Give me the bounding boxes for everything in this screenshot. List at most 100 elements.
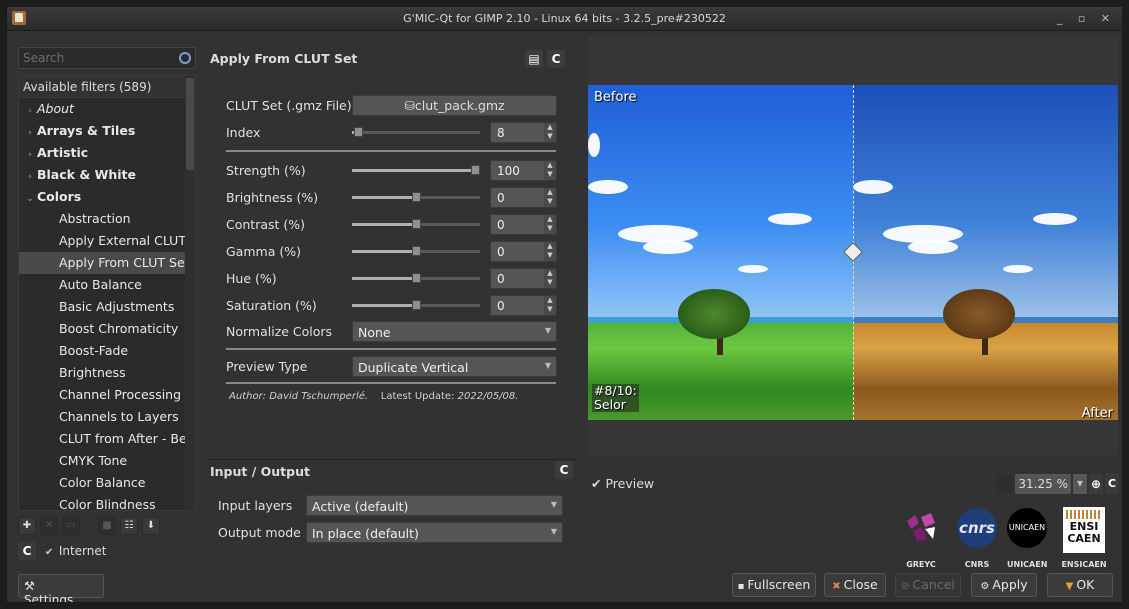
panel-splitter[interactable] — [207, 459, 577, 462]
chevron-right-icon[interactable]: › — [23, 166, 37, 188]
search-input[interactable]: Search — [18, 47, 196, 69]
slider-handle[interactable] — [354, 127, 364, 137]
cloud — [853, 180, 893, 194]
output-mode-select[interactable]: In place (default) ▼ — [306, 522, 563, 543]
settings-button[interactable]: ⚒ Settings... — [18, 574, 104, 602]
slider-handle[interactable] — [411, 219, 421, 229]
param-spinbox[interactable]: 0 ▲ ▼ — [490, 241, 557, 262]
zoom-in-icon[interactable]: ⊕ — [1089, 474, 1103, 494]
fullscreen-label: Fullscreen — [747, 577, 811, 592]
zoom-reset-icon[interactable]: C — [1105, 474, 1119, 494]
filter-item[interactable]: Basic Adjustments — [19, 296, 195, 318]
param-spinbox[interactable]: 0 ▲ ▼ — [490, 295, 557, 316]
filter-category[interactable]: › Arrays & Tiles — [19, 120, 195, 142]
filter-item[interactable]: Brightness — [19, 362, 195, 384]
filter-item[interactable]: Apply External CLUT — [19, 230, 195, 252]
filter-item[interactable]: Channels to Layers — [19, 406, 195, 428]
chevron-down-icon[interactable]: ▼ — [1073, 474, 1087, 494]
preview-checkbox[interactable]: ✔ Preview — [591, 476, 654, 491]
apply-button[interactable]: ⚙ Apply — [971, 573, 1037, 597]
param-spinbox[interactable]: 0 ▲ ▼ — [490, 268, 557, 289]
title-bar[interactable]: G'MIC-Qt for GIMP 2.10 - Linux 64 bits -… — [7, 7, 1122, 31]
copy-command-icon[interactable]: ▤ — [525, 50, 543, 68]
filter-item[interactable]: Abstraction — [19, 208, 195, 230]
spin-arrows-icon[interactable]: ▲ ▼ — [544, 215, 556, 234]
window-controls[interactable]: _ ▫ ✕ — [1057, 12, 1116, 25]
index-value: 8 — [497, 126, 505, 140]
chevron-right-icon[interactable]: › — [23, 144, 37, 166]
filter-category[interactable]: › Artistic — [19, 142, 195, 164]
slider-handle[interactable] — [471, 165, 480, 175]
param-spinbox[interactable]: 100 ▲ ▼ — [490, 160, 557, 181]
slider-handle[interactable] — [411, 246, 421, 256]
param-spinbox[interactable]: 0 ▲ ▼ — [490, 187, 557, 208]
ok-icon: ▼ — [1065, 581, 1074, 592]
chevron-down-icon[interactable]: ⌄ — [23, 188, 37, 210]
spin-arrows-icon[interactable]: ▲ ▼ — [544, 123, 556, 142]
remove-fave-icon[interactable]: ✕ — [40, 517, 58, 535]
cancel-button[interactable]: ⊘ Cancel — [895, 573, 961, 597]
filter-item[interactable]: Boost Chromaticity — [19, 318, 195, 340]
filter-tree[interactable]: Available filters (589) › About › Arrays & … — [18, 75, 196, 511]
filter-tree-scrollbar[interactable] — [185, 76, 195, 510]
spin-arrows-icon[interactable]: ▲ ▼ — [544, 269, 556, 288]
close-button[interactable]: ✖ Close — [824, 573, 886, 597]
spin-arrows-icon[interactable]: ▲ ▼ — [544, 242, 556, 261]
apply-label: Apply — [992, 577, 1028, 592]
index-spinbox[interactable]: 8 ▲ ▼ — [490, 122, 557, 143]
filter-item[interactable]: CMYK Tone — [19, 450, 195, 472]
reset-params-button[interactable]: C — [547, 50, 565, 68]
preview-type-select[interactable]: Duplicate Vertical ▼ — [352, 356, 557, 377]
clut-file-button[interactable]: ⛁clut_pack.gmz — [352, 95, 557, 116]
param-slider[interactable] — [352, 192, 480, 202]
param-slider[interactable] — [352, 219, 480, 229]
filter-category[interactable]: › About — [19, 98, 195, 120]
filter-item[interactable]: Boost-Fade — [19, 340, 195, 362]
param-spinbox[interactable]: 0 ▲ ▼ — [490, 214, 557, 235]
slider-handle[interactable] — [411, 300, 421, 310]
fullscreen-button[interactable]: ▪ Fullscreen — [732, 573, 816, 597]
select-filters-icon[interactable]: ☷ — [120, 517, 138, 535]
scrollbar-thumb[interactable] — [186, 78, 194, 170]
param-slider[interactable] — [352, 246, 480, 256]
add-fave-icon[interactable]: ✚ — [18, 517, 36, 535]
normalize-select[interactable]: None ▼ — [352, 321, 557, 342]
filter-item[interactable]: Auto Balance — [19, 274, 195, 296]
filter-category[interactable]: ⌄ Colors — [19, 186, 195, 208]
rename-fave-icon[interactable]: ▭ — [62, 517, 80, 535]
chevron-right-icon[interactable]: › — [23, 122, 37, 144]
clut-name-text: Selor — [594, 397, 626, 412]
filter-item[interactable]: Channel Processing — [19, 384, 195, 406]
refresh-filters-button[interactable]: C — [18, 542, 36, 560]
filter-item[interactable]: Color Balance — [19, 472, 195, 494]
spin-arrows-icon[interactable]: ▲ ▼ — [544, 296, 556, 315]
ok-button[interactable]: ▼ OK — [1047, 573, 1113, 597]
chevron-right-icon[interactable]: › — [23, 100, 37, 122]
slider-handle[interactable] — [411, 192, 421, 202]
preview-image[interactable] — [588, 85, 1118, 420]
filter-item-label: Color Balance — [59, 475, 146, 490]
apply-icon: ⚙ — [980, 581, 990, 592]
cloud — [643, 240, 693, 254]
input-layers-select[interactable]: Active (default) ▼ — [306, 495, 563, 516]
index-slider[interactable] — [352, 127, 480, 137]
spin-arrows-icon[interactable]: ▲ ▼ — [544, 161, 556, 180]
expand-collapse-icon[interactable]: ⬇ — [142, 517, 160, 535]
slider-handle[interactable] — [411, 273, 421, 283]
internet-checkbox[interactable]: ✔ Internet — [45, 544, 106, 558]
zoom-out-button[interactable] — [997, 474, 1013, 494]
filter-item[interactable]: Apply From CLUT Set — [19, 252, 195, 274]
filter-category[interactable]: › Black & White — [19, 164, 195, 186]
search-icon[interactable] — [179, 52, 191, 64]
filter-item[interactable]: CLUT from After - Be — [19, 428, 195, 450]
unicaen-label: UNICAEN — [1007, 560, 1048, 569]
io-refresh-button[interactable]: C — [555, 461, 573, 479]
preview-area[interactable]: Before #8/10: Selor After — [588, 37, 1118, 455]
param-slider[interactable] — [352, 273, 480, 283]
visibility-icon[interactable]: ■ — [98, 517, 116, 535]
param-slider[interactable] — [352, 300, 480, 310]
spin-arrows-icon[interactable]: ▲ ▼ — [544, 188, 556, 207]
zoom-value[interactable]: 31.25 % — [1015, 474, 1071, 494]
param-slider[interactable] — [352, 165, 480, 175]
filter-item[interactable]: Color Blindness — [19, 494, 195, 510]
